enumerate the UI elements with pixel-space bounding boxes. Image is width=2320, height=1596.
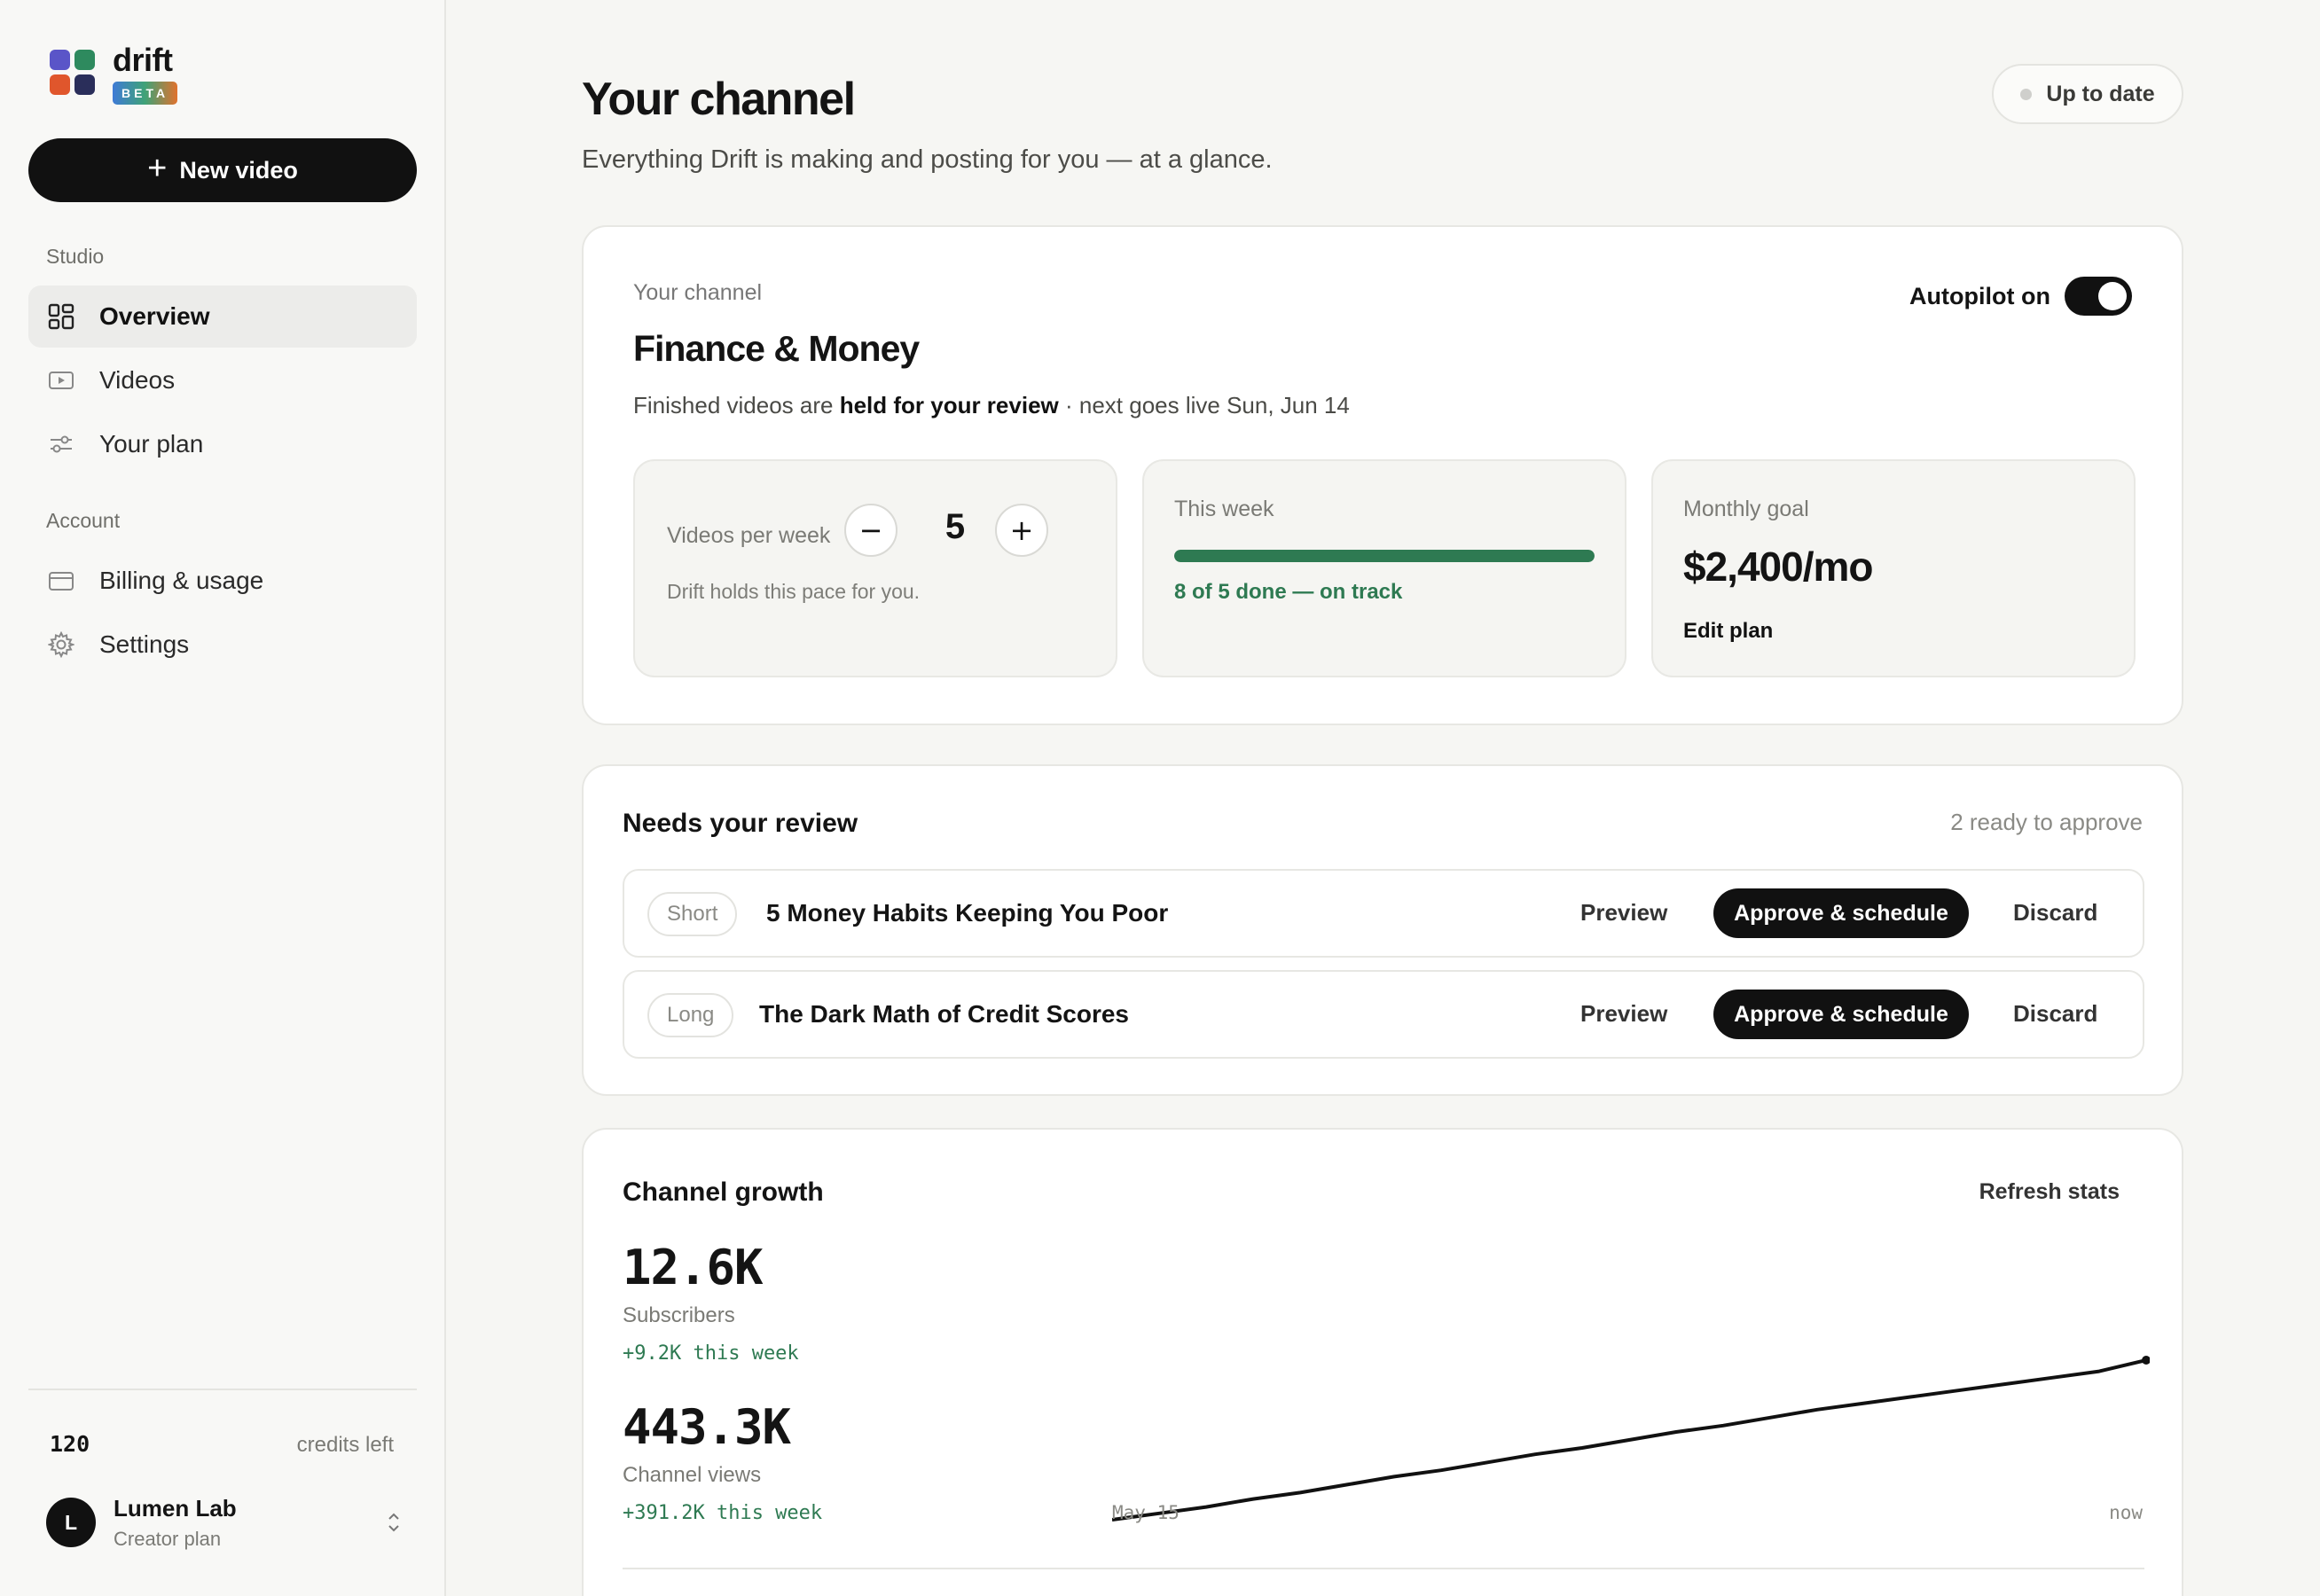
preview-button[interactable]: Preview — [1580, 899, 1667, 927]
growth-title: Channel growth — [623, 1177, 824, 1207]
decrease-button[interactable]: − — [844, 504, 897, 557]
this-week-status: 8 of 5 done — on track — [1174, 580, 1403, 604]
credits-label: credits left — [296, 1433, 394, 1457]
growth-chart — [1111, 1325, 2151, 1555]
videos-per-week-box: Videos per week − 5 + Drift holds this p… — [633, 459, 1117, 677]
channel-card: Your channel Finance & Money Finished vi… — [582, 225, 2183, 725]
edit-plan-link[interactable]: Edit plan — [1683, 619, 1773, 644]
page-subtitle: Everything Drift is making and posting f… — [582, 145, 1273, 174]
review-count: 2 ready to approve — [1950, 809, 2143, 835]
video-type-badge: Short — [647, 892, 738, 936]
this-week-progress-bar — [1174, 550, 1595, 562]
account-plan: Creator plan — [114, 1527, 222, 1550]
monthly-goal-value: $2,400/mo — [1683, 544, 1873, 590]
gear-icon — [46, 630, 76, 660]
increase-button[interactable]: + — [995, 504, 1048, 557]
sidebar-item-videos[interactable]: Videos — [28, 349, 417, 411]
app-name: drift — [113, 42, 173, 78]
growth-card: Channel growth Refresh stats 12.6K Subsc… — [582, 1128, 2183, 1596]
plus-icon: + — [147, 150, 168, 187]
new-video-label: New video — [179, 156, 298, 184]
review-row: Short 5 Money Habits Keeping You Poor Pr… — [623, 869, 2144, 958]
status-dot-icon — [2020, 88, 2033, 100]
subscribers-value: 12.6K — [623, 1240, 764, 1295]
videos-per-week-value: 5 — [944, 507, 966, 546]
review-row: Long The Dark Math of Credit Scores Prev… — [623, 970, 2144, 1059]
channel-description: Finished videos are held for your review… — [633, 392, 1350, 419]
beta-badge: BETA — [113, 82, 178, 105]
sliders-icon — [46, 429, 76, 459]
section-label-account: Account — [46, 509, 121, 532]
sidebar-item-label: Billing & usage — [99, 567, 264, 594]
views-delta: +391.2K this week — [623, 1502, 823, 1524]
autopilot-label: Autopilot on — [1909, 282, 2050, 309]
approve-schedule-button[interactable]: Approve & schedule — [1713, 990, 1969, 1039]
this-week-label: This week — [1174, 497, 1274, 521]
sidebar-item-label: Your plan — [99, 430, 204, 458]
autopilot-toggle[interactable] — [2065, 277, 2132, 316]
videos-per-week-label: Videos per week — [667, 523, 831, 548]
this-week-box: This week 8 of 5 done — on track — [1142, 459, 1626, 677]
channel-label: Your channel — [633, 280, 763, 305]
sidebar-item-settings[interactable]: Settings — [28, 614, 417, 676]
views-label: Channel views — [623, 1463, 762, 1487]
video-icon — [46, 365, 76, 395]
logo-icon — [50, 50, 95, 95]
x-axis-end-label: now — [2109, 1502, 2143, 1523]
growth-end-point — [2142, 1356, 2151, 1365]
subscribers-label: Subscribers — [623, 1303, 735, 1327]
new-video-button[interactable]: + New video — [28, 138, 417, 202]
discard-button[interactable]: Discard — [2013, 899, 2097, 927]
grid-icon — [46, 301, 76, 332]
preview-button[interactable]: Preview — [1580, 1000, 1667, 1028]
channel-name: Finance & Money — [633, 328, 920, 369]
sidebar-item-your-plan[interactable]: Your plan — [28, 413, 417, 475]
review-card: Needs your review 2 ready to approve Sho… — [582, 764, 2183, 1096]
credits-count: 120 — [50, 1431, 90, 1457]
sidebar-item-billing[interactable]: Billing & usage — [28, 550, 417, 612]
refresh-stats-button[interactable]: Refresh stats — [1979, 1179, 2120, 1205]
card-icon — [46, 566, 76, 596]
x-axis-start-label: May 15 — [1112, 1502, 1180, 1523]
status-badge: Up to date — [1992, 64, 2183, 124]
account-switcher[interactable]: L Lumen Lab Creator plan — [46, 1491, 401, 1553]
avatar: L — [46, 1498, 96, 1547]
status-text: Up to date — [2046, 81, 2155, 106]
divider — [623, 1568, 2144, 1569]
sidebar-item-overview[interactable]: Overview — [28, 286, 417, 348]
discard-button[interactable]: Discard — [2013, 1000, 2097, 1028]
approve-schedule-button[interactable]: Approve & schedule — [1713, 888, 1969, 938]
growth-series-line — [1111, 1358, 2147, 1522]
sidebar-item-label: Videos — [99, 366, 176, 394]
page-title: Your channel — [582, 74, 856, 125]
videos-per-week-note: Drift holds this pace for you. — [667, 580, 921, 603]
divider — [28, 1389, 417, 1390]
video-type-badge: Long — [647, 993, 734, 1037]
monthly-goal-box: Monthly goal $2,400/mo Edit plan — [1651, 459, 2136, 677]
monthly-goal-label: Monthly goal — [1683, 497, 1809, 521]
video-title: 5 Money Habits Keeping You Poor — [766, 899, 1169, 927]
section-label-studio: Studio — [46, 245, 105, 268]
views-value: 443.3K — [623, 1399, 791, 1455]
sidebar-item-label: Overview — [99, 302, 210, 330]
sidebar: drift BETA + New video Studio Overview V… — [0, 0, 446, 1596]
review-title: Needs your review — [623, 809, 858, 838]
video-title: The Dark Math of Credit Scores — [759, 1000, 1129, 1028]
brand[interactable]: drift BETA — [50, 42, 178, 105]
autopilot-control: Autopilot on — [1909, 277, 2132, 316]
subscribers-delta: +9.2K this week — [623, 1342, 799, 1365]
account-name: Lumen Lab — [114, 1494, 237, 1522]
chevron-up-down-icon — [387, 1511, 401, 1534]
sidebar-item-label: Settings — [99, 630, 190, 658]
